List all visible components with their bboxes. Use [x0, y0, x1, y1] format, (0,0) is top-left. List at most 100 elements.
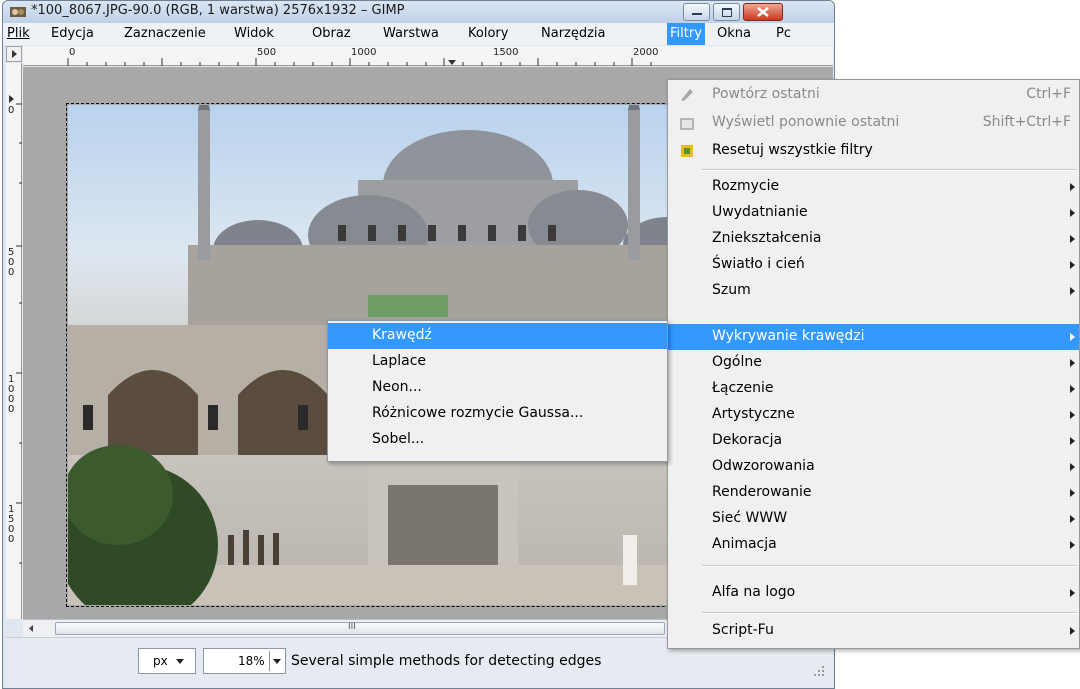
- menu-item-label: Resetuj wszystkie filtry: [712, 142, 873, 158]
- menu-item-label: Ogólne: [712, 354, 762, 370]
- chevron-down-icon: [176, 659, 184, 664]
- menu-item-label: Renderowanie: [712, 484, 812, 500]
- resize-grip-icon[interactable]: [812, 664, 826, 678]
- zoom-selector[interactable]: 18%: [203, 648, 286, 674]
- menu-label: Warstwa: [383, 26, 439, 41]
- menu-item-label: Rozmycie: [712, 178, 780, 194]
- repeat-icon: [681, 89, 693, 101]
- unit-selector[interactable]: px: [138, 648, 196, 674]
- edge-detect-submenu: Krawędź Laplace Neon... Różnicowe rozmyc…: [327, 320, 668, 462]
- menu-item-noise[interactable]: Szum: [668, 278, 1079, 304]
- window-title: *100_8067.JPG-90.0 (RGB, 1 warstwa) 2576…: [31, 3, 405, 18]
- menu-item-label: Światło i cień: [712, 256, 805, 272]
- menu-item-blur[interactable]: Rozmycie: [668, 174, 1079, 200]
- menu-item-alpha-to-logo[interactable]: Alfa na logo: [668, 580, 1079, 606]
- scrollbar-thumb[interactable]: III: [55, 622, 665, 635]
- menu-item-label: Animacja: [712, 536, 777, 552]
- menu-plik[interactable]: Plik: [7, 26, 30, 41]
- filters-dropdown-menu: Powtórz ostatni Ctrl+F Wyświetl ponownie…: [667, 79, 1080, 649]
- menu-item-repeat-last[interactable]: Powtórz ostatni Ctrl+F: [668, 82, 1079, 108]
- maximize-button[interactable]: [713, 3, 740, 21]
- submenu-arrow-icon: [1070, 235, 1075, 243]
- menu-item-map[interactable]: Odwzorowania: [668, 454, 1079, 480]
- menu-item-label: Neon...: [372, 379, 422, 395]
- menu-widok[interactable]: Widok: [234, 26, 274, 41]
- submenu-item-sobel[interactable]: Sobel...: [328, 427, 667, 453]
- menu-item-reset-filters[interactable]: Resetuj wszystkie filtry: [668, 138, 1079, 164]
- submenu-arrow-icon: [1070, 385, 1075, 393]
- menu-kolory[interactable]: Kolory: [468, 26, 508, 41]
- menu-label: Plik: [7, 26, 30, 41]
- menu-bar: Plik Edycja Zaznaczenie Widok Obraz Wars…: [3, 23, 834, 45]
- submenu-arrow-icon: [1070, 515, 1075, 523]
- menu-item-edge-detect[interactable]: Wykrywanie krawędzi: [668, 324, 1079, 350]
- submenu-arrow-icon: [1070, 489, 1075, 497]
- menu-item-web[interactable]: Sieć WWW: [668, 506, 1079, 532]
- grip-icon: III: [348, 622, 356, 632]
- submenu-arrow-icon: [1070, 209, 1075, 217]
- menu-item-generic[interactable]: Ogólne: [668, 350, 1079, 376]
- menu-obraz[interactable]: Obraz: [312, 26, 351, 41]
- ruler-label: 500: [257, 47, 277, 58]
- close-button[interactable]: [743, 3, 783, 21]
- menu-label: Edycja: [51, 26, 94, 41]
- menu-label: Obraz: [312, 26, 351, 41]
- submenu-arrow-icon: [1070, 333, 1075, 341]
- submenu-item-edge[interactable]: Krawędź: [328, 323, 667, 349]
- menu-label: Zaznaczenie: [124, 26, 206, 41]
- menu-edycja[interactable]: Edycja: [51, 26, 94, 41]
- submenu-arrow-icon: [1070, 287, 1075, 295]
- minimize-button[interactable]: [683, 3, 710, 21]
- menu-item-reshow-last[interactable]: Wyświetl ponownie ostatni Shift+Ctrl+F: [668, 110, 1079, 136]
- menu-item-enhance[interactable]: Uwydatnianie: [668, 200, 1079, 226]
- menu-item-light-shadow[interactable]: Światło i cień: [668, 252, 1079, 278]
- menu-item-shortcut: Ctrl+F: [1026, 86, 1071, 102]
- menu-item-label: Uwydatnianie: [712, 204, 808, 220]
- menu-label: Kolory: [468, 26, 509, 41]
- menu-item-shortcut: Shift+Ctrl+F: [982, 114, 1071, 130]
- menu-item-render[interactable]: Renderowanie: [668, 480, 1079, 506]
- menu-item-animation[interactable]: Animacja: [668, 532, 1079, 558]
- menu-label: Okna: [717, 26, 751, 41]
- menu-item-label: Sobel...: [372, 431, 425, 447]
- submenu-arrow-icon: [1070, 359, 1075, 367]
- zoom-dropdown-button[interactable]: [269, 651, 283, 671]
- menu-item-label: Wyświetl ponownie ostatni: [712, 114, 900, 130]
- menu-narzedzia[interactable]: Narzędzia: [541, 26, 606, 41]
- menu-item-distorts[interactable]: Zniekształcenia: [668, 226, 1079, 252]
- submenu-item-neon[interactable]: Neon...: [328, 375, 667, 401]
- menu-zaznaczenie[interactable]: Zaznaczenie: [124, 26, 206, 41]
- menu-filtry[interactable]: Filtry: [667, 23, 705, 45]
- menu-item-label: Dekoracja: [712, 432, 783, 448]
- triangle-right-icon: [12, 50, 17, 58]
- ruler-label: 0: [8, 105, 15, 116]
- close-icon: [744, 4, 782, 20]
- menu-item-label: Różnicowe rozmycie Gaussa...: [372, 405, 584, 421]
- ruler-label: 500: [8, 247, 15, 278]
- menu-okna[interactable]: Okna: [717, 26, 751, 41]
- menu-item-combine[interactable]: Łączenie: [668, 376, 1079, 402]
- reshow-icon: [680, 118, 694, 130]
- maximize-icon: [714, 4, 739, 20]
- menu-item-decor[interactable]: Dekoracja: [668, 428, 1079, 454]
- menu-item-script-fu[interactable]: Script-Fu: [668, 618, 1079, 644]
- menu-item-label: Laplace: [372, 353, 427, 369]
- menu-label: Pc: [776, 26, 791, 41]
- menu-warstwa[interactable]: Warstwa: [383, 26, 439, 41]
- submenu-item-laplace[interactable]: Laplace: [328, 349, 667, 375]
- minimize-icon: [684, 4, 709, 20]
- title-bar[interactable]: *100_8067.JPG-90.0 (RGB, 1 warstwa) 2576…: [3, 1, 834, 23]
- horizontal-ruler[interactable]: 0 500 1000 1500 2000: [23, 46, 833, 66]
- submenu-arrow-icon: [1070, 589, 1075, 597]
- menu-pomoc[interactable]: Pc: [776, 26, 791, 41]
- menu-item-label: Odwzorowania: [712, 458, 815, 474]
- submenu-item-dog[interactable]: Różnicowe rozmycie Gaussa...: [328, 401, 667, 427]
- menu-item-artistic[interactable]: Artystyczne: [668, 402, 1079, 428]
- gimp-app-icon: [10, 7, 26, 17]
- vertical-ruler[interactable]: 0 500 1000 1500: [6, 63, 22, 619]
- menu-item-label: Powtórz ostatni: [712, 86, 820, 102]
- scroll-left-icon[interactable]: [23, 620, 39, 637]
- menu-item-label: Łączenie: [712, 380, 774, 396]
- navigate-corner-button[interactable]: [6, 46, 22, 62]
- submenu-arrow-icon: [1070, 261, 1075, 269]
